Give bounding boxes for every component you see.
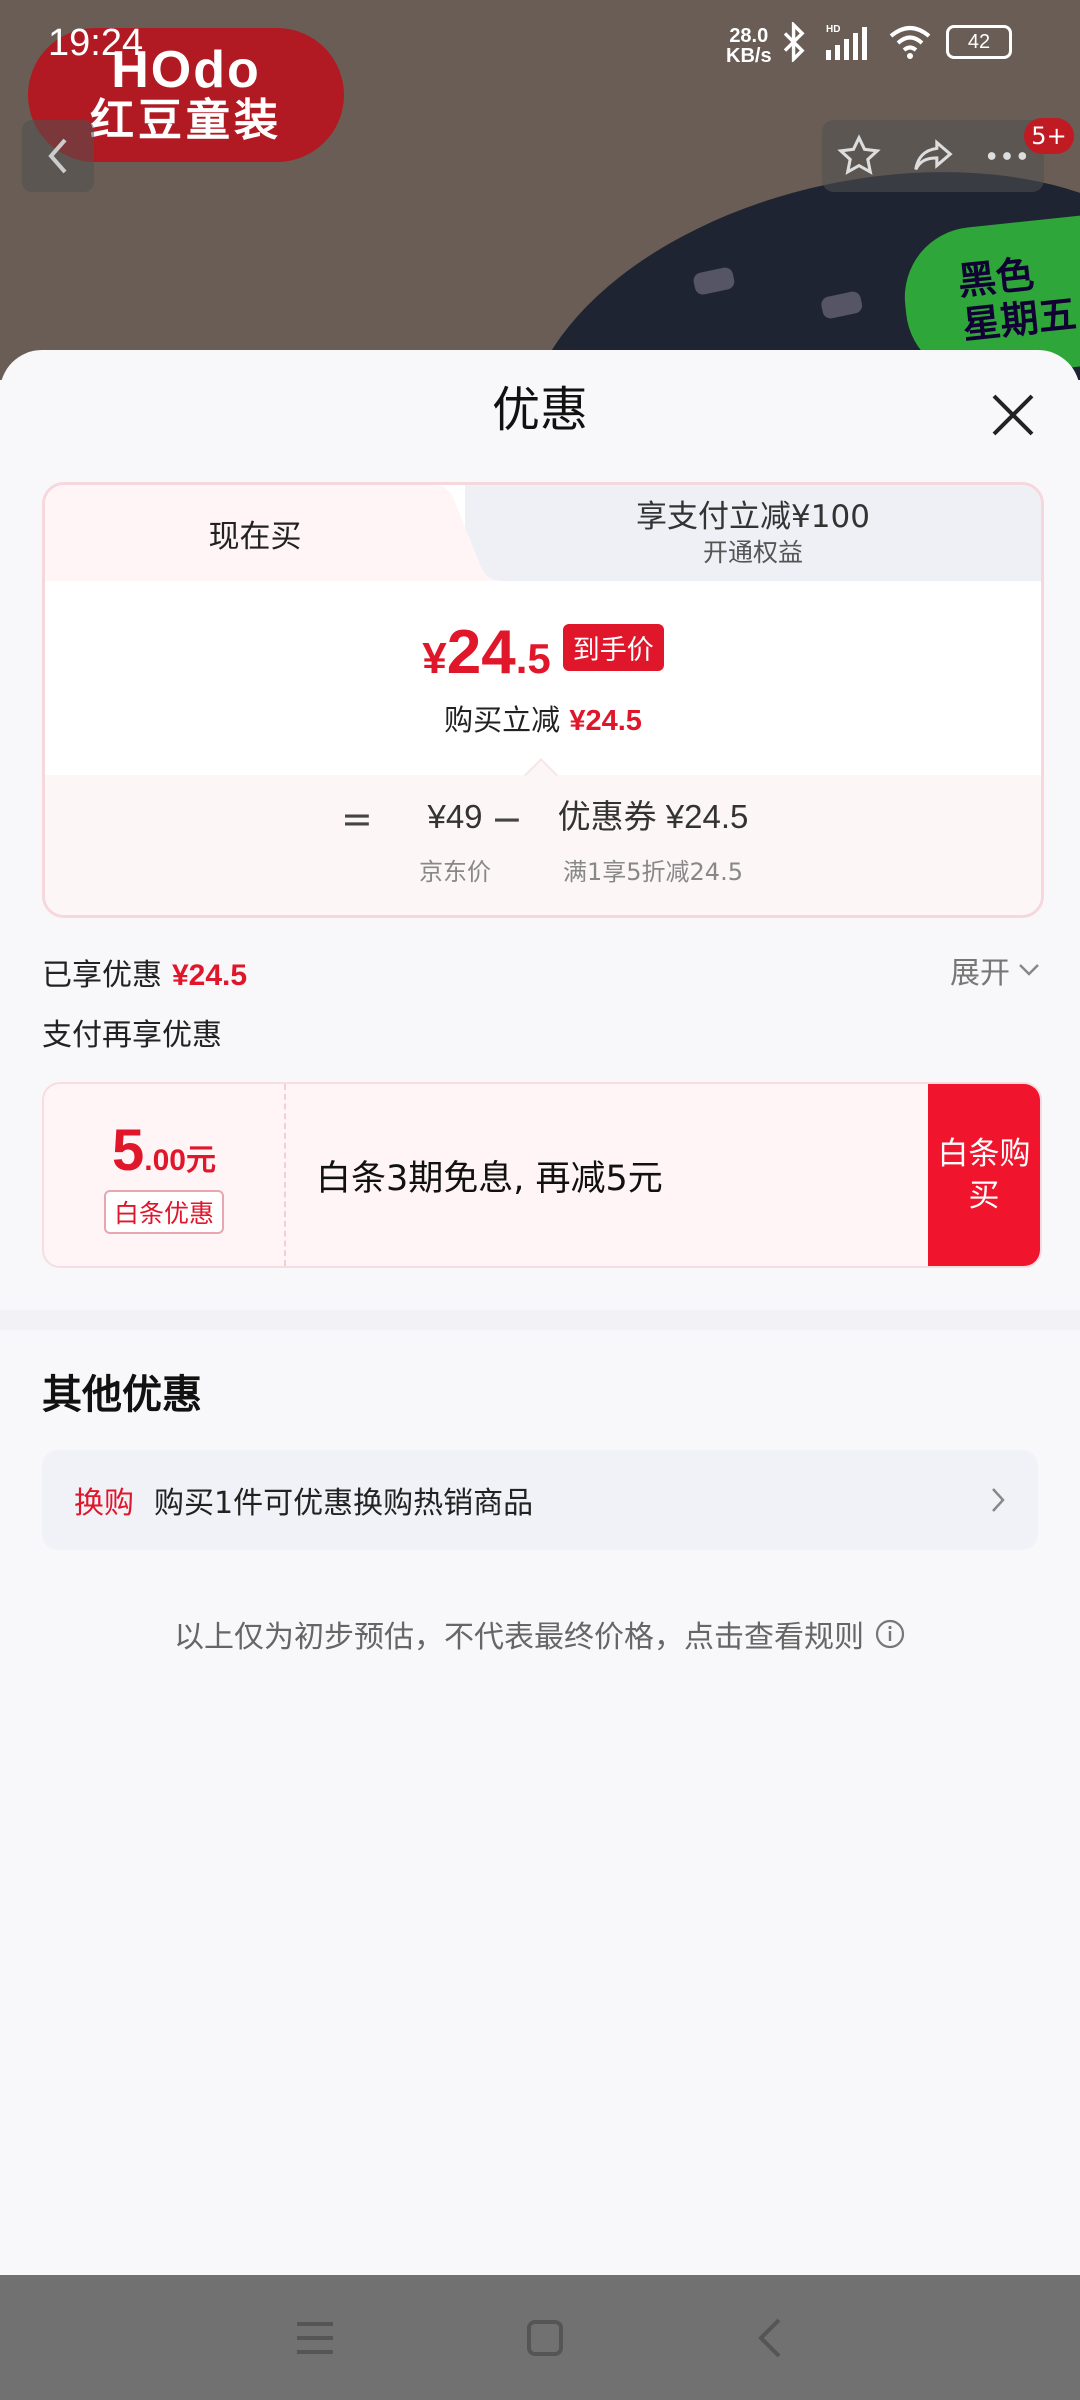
pay-more-title: 支付再享优惠	[42, 1018, 222, 1053]
tab-now-buy[interactable]: 现在买	[45, 485, 465, 581]
chevron-left-icon	[48, 138, 67, 174]
baitiao-description: 白条3期免息, 再减5元	[316, 1158, 663, 1199]
share-icon[interactable]	[910, 133, 956, 179]
minus-sign: −	[491, 797, 523, 841]
tab-pay-reduce[interactable]: 享支付立减¥100 开通权益	[465, 485, 1041, 581]
star-icon[interactable]	[836, 133, 882, 179]
menu-icon[interactable]	[295, 2320, 335, 2356]
final-price-row: ¥24.5 到手价	[45, 617, 1041, 688]
disclaimer[interactable]: 以上仅为初步预估，不代表最终价格，点击查看规则	[0, 1612, 1080, 1656]
swap-tag: 换购	[74, 1486, 134, 1521]
status-bar: 19:24 28.0 KB/s HD 42	[0, 0, 1080, 92]
home-icon[interactable]	[525, 2318, 565, 2358]
status-time: 19:24	[48, 22, 144, 64]
notification-badge: 5+	[1024, 118, 1074, 154]
top-actions-bar	[822, 120, 1044, 192]
signal-icon: HD	[826, 24, 867, 60]
swap-offer-row[interactable]: 换购 购买1件可优惠换购热销商品	[42, 1450, 1038, 1550]
baitiao-buy-button[interactable]: 白条购买	[928, 1084, 1040, 1266]
info-icon	[875, 1619, 905, 1649]
price-card: 享支付立减¥100 开通权益 现在买 ¥24.5 到手价 购买立减 ¥24.5 …	[42, 482, 1044, 918]
baitiao-offer-card[interactable]: 5.00元 白条优惠 白条3期免息, 再减5元 白条购买	[42, 1082, 1042, 1268]
status-icons: HD 42	[780, 22, 1012, 62]
chevron-down-icon	[1019, 964, 1039, 976]
purchase-reduce: 购买立减 ¥24.5	[444, 703, 642, 737]
sheet-title: 优惠	[491, 382, 588, 438]
equals-sign: =	[341, 797, 373, 841]
bluetooth-icon	[783, 22, 805, 62]
chevron-right-icon	[992, 1488, 1005, 1512]
svg-text:HD: HD	[826, 24, 840, 35]
swap-text: 购买1件可优惠换购热销商品	[154, 1486, 534, 1521]
other-offers-title: 其他优惠	[42, 1372, 202, 1418]
close-icon[interactable]	[988, 390, 1038, 440]
baitiao-tag: 白条优惠	[103, 1189, 224, 1234]
network-speed: 28.0 KB/s	[726, 25, 772, 67]
final-price: ¥24.5	[422, 618, 551, 687]
more-icon[interactable]	[984, 133, 1030, 179]
battery-indicator: 42	[946, 25, 1012, 59]
expand-button[interactable]: 展开	[950, 948, 1040, 992]
back-icon[interactable]	[755, 2316, 785, 2360]
baitiao-amount-block: 5.00元 白条优惠	[44, 1084, 284, 1266]
coupon-price: 优惠券 ¥24.5 满1享5折减24.5	[557, 798, 749, 886]
final-price-tag: 到手价	[562, 624, 664, 671]
wifi-icon	[889, 26, 931, 59]
system-nav-bar	[0, 2275, 1080, 2400]
back-button[interactable]	[22, 120, 94, 192]
discount-sheet: 优惠 享支付立减¥100 开通权益 现在买 ¥24.5 到手价 购买立减 ¥24…	[0, 350, 1080, 2275]
enjoyed-discount: 已享优惠 ¥24.5	[42, 958, 248, 993]
